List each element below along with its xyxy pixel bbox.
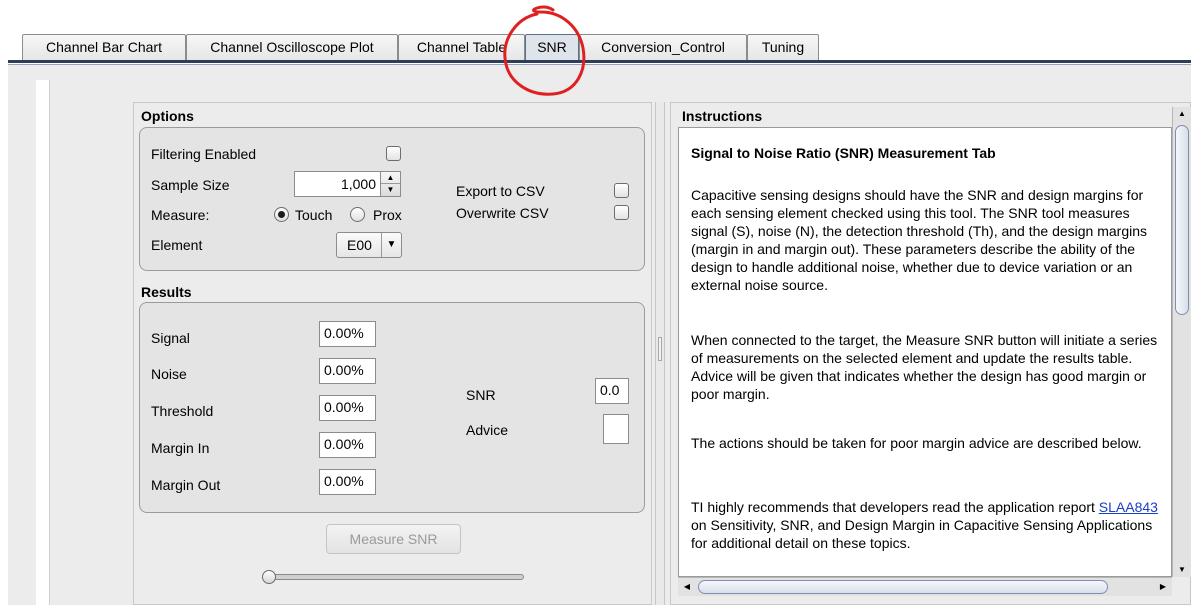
margin-in-label: Margin In: [151, 440, 210, 456]
scroll-up-icon[interactable]: ▲: [1173, 107, 1191, 121]
advice-field: [603, 414, 629, 444]
instructions-horizontal-scrollbar[interactable]: ◀ ▶: [678, 577, 1172, 596]
spinner-down-icon[interactable]: ▼: [381, 184, 400, 196]
instructions-paragraph-1: Capacitive sensing designs should have t…: [691, 187, 1148, 293]
instructions-paragraph-4: TI highly recommends that developers rea…: [691, 498, 1169, 552]
paragraph-4-text-start: TI highly recommends that developers rea…: [691, 499, 1099, 515]
slider-thumb[interactable]: [262, 570, 276, 584]
sample-size-value: 1,000: [340, 176, 376, 192]
scroll-left-icon[interactable]: ◀: [680, 580, 694, 594]
tab-channel-table[interactable]: Channel Table: [398, 34, 525, 60]
sample-size-label: Sample Size: [151, 177, 230, 193]
horizontal-scroll-thumb[interactable]: [698, 580, 1108, 594]
overwrite-csv-checkbox[interactable]: [614, 205, 629, 220]
element-dropdown[interactable]: E00 ▼: [336, 232, 402, 258]
measure-touch-radio[interactable]: [274, 207, 289, 222]
measure-label: Measure:: [151, 207, 210, 223]
measure-prox-radio[interactable]: [350, 207, 365, 222]
element-label: Element: [151, 237, 203, 253]
instructions-text-area: Signal to Noise Ratio (SNR) Measurement …: [678, 127, 1172, 577]
tab-channel-oscilloscope-plot[interactable]: Channel Oscilloscope Plot: [186, 34, 398, 60]
tab-conversion-control[interactable]: Conversion_Control: [579, 34, 747, 60]
noise-field: 0.00%: [319, 358, 376, 384]
export-csv-checkbox[interactable]: [614, 183, 629, 198]
noise-label: Noise: [151, 366, 187, 382]
snr-field: 0.0: [595, 378, 629, 404]
snr-label: SNR: [466, 387, 496, 403]
tab-underline: [8, 60, 1191, 63]
sample-size-arrows[interactable]: ▲ ▼: [380, 172, 400, 196]
tab-snr[interactable]: SNR: [525, 34, 579, 60]
slaa843-link[interactable]: SLAA843: [1099, 499, 1158, 515]
left-rail: [36, 80, 50, 605]
advice-label: Advice: [466, 422, 509, 438]
threshold-label: Threshold: [151, 403, 214, 419]
filtering-enabled-checkbox[interactable]: [386, 146, 401, 161]
tab-channel-bar-chart[interactable]: Channel Bar Chart: [22, 34, 186, 60]
instructions-paragraph-3: The actions should be taken for poor mar…: [691, 435, 1142, 451]
threshold-field: 0.00%: [319, 395, 376, 421]
paragraph-4-text-end: on Sensitivity, SNR, and Design Margin i…: [691, 517, 1153, 551]
filtering-enabled-label: Filtering Enabled: [151, 146, 257, 162]
element-value: E00: [347, 237, 372, 253]
instructions-heading: Signal to Noise Ratio (SNR) Measurement …: [691, 145, 996, 161]
results-title: Results: [141, 284, 192, 300]
measure-touch-label: Touch: [295, 207, 333, 223]
splitter-grip-icon[interactable]: [658, 337, 662, 361]
margin-out-field: 0.00%: [319, 469, 376, 495]
options-title: Options: [141, 108, 194, 124]
scroll-down-icon[interactable]: ▼: [1173, 563, 1191, 577]
overwrite-csv-label: Overwrite CSV: [456, 205, 549, 221]
margin-out-label: Margin Out: [151, 477, 221, 493]
slider-track[interactable]: [266, 574, 524, 580]
signal-field: 0.00%: [319, 321, 376, 347]
export-csv-label: Export to CSV: [456, 183, 545, 199]
tab-bar: Channel Bar Chart Channel Oscilloscope P…: [10, 34, 1191, 60]
chevron-down-icon[interactable]: ▼: [381, 233, 401, 257]
instructions-paragraph-2: When connected to the target, the Measur…: [691, 332, 1158, 402]
instructions-vertical-scrollbar[interactable]: ▲ ▼: [1172, 107, 1191, 577]
vertical-scroll-thumb[interactable]: [1175, 125, 1189, 315]
margin-in-field: 0.00%: [319, 432, 376, 458]
scroll-right-icon[interactable]: ▶: [1156, 580, 1170, 594]
tab-tuning[interactable]: Tuning: [747, 34, 819, 60]
sample-size-spinner[interactable]: 1,000 ▲ ▼: [294, 171, 401, 197]
instructions-title: Instructions: [682, 108, 763, 124]
measure-prox-label: Prox: [373, 207, 402, 223]
signal-label: Signal: [151, 330, 190, 346]
measure-snr-button[interactable]: Measure SNR: [326, 524, 461, 554]
spinner-up-icon[interactable]: ▲: [381, 172, 400, 184]
